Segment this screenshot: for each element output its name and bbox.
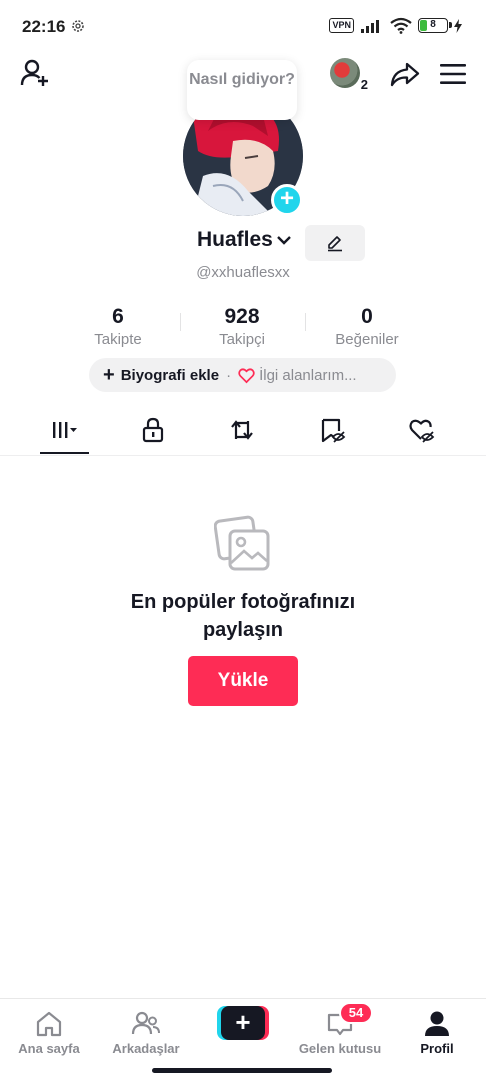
separator-dot: · [226,366,232,384]
friend-avatar [330,58,360,88]
username: Huafles [197,228,273,251]
stat-divider [305,313,306,331]
saved-hidden-icon [321,418,346,443]
friend-activity-button[interactable]: 2 [330,58,368,92]
chevron-down-icon [277,236,291,245]
stat-following-value: 6 [112,305,124,328]
share-icon[interactable] [390,59,420,89]
profile-tabs [0,412,486,456]
header-actions: 2 [330,58,466,92]
add-photo-plus-icon[interactable]: + [271,184,303,216]
nav-profile[interactable]: Profil [389,1009,485,1056]
status-indicators: VPN 8 [329,17,462,34]
photos-icon [214,515,270,571]
status-time: 22:16 [22,17,66,36]
edit-profile-button[interactable] [305,225,365,261]
nav-inbox-label: Gelen kutusu [298,1041,382,1056]
menu-icon[interactable] [440,63,466,85]
username-switcher[interactable]: Huafles [197,228,292,252]
nav-home[interactable]: Ana sayfa [1,1009,97,1056]
tab-liked[interactable] [392,412,452,454]
nav-friends[interactable]: Arkadaşlar [98,1009,194,1056]
status-bubble-text: Nasıl gidiyor? [189,71,295,88]
heart-icon [238,367,255,383]
nav-home-label: Ana sayfa [18,1041,80,1056]
stat-divider [180,313,181,331]
friends-icon [131,1011,160,1035]
stat-following[interactable]: 6 Takipte [58,305,178,348]
tab-reposts[interactable] [212,412,272,454]
status-bubble[interactable]: Nasıl gidiyor? [187,60,297,120]
stat-followers-label: Takipçi [219,331,265,348]
battery-indicator: 8 [418,18,452,33]
vpn-indicator: VPN [329,18,354,33]
settings-gear-icon [72,20,84,32]
plus-icon: + [103,364,115,386]
upload-button[interactable]: Yükle [188,656,298,706]
wifi-icon [390,17,412,34]
create-button[interactable]: + [217,1006,269,1040]
stat-followers-value: 928 [224,305,260,328]
battery-level: 8 [430,19,436,30]
pencil-icon [328,236,342,252]
profile-icon [425,1011,449,1036]
charging-bolt-icon [454,18,462,33]
battery-fill [420,20,427,31]
status-bar: 22:16 VPN 8 [0,0,486,56]
signal-icon [361,19,379,33]
empty-state-line2: paylaşın [202,619,284,641]
tab-videos[interactable] [34,412,94,454]
nav-friends-label: Arkadaşlar [112,1041,180,1056]
tab-saved[interactable] [302,412,362,454]
stat-followers[interactable]: 928 Takipçi [182,305,302,348]
home-icon [36,1011,62,1037]
videos-grid-icon [53,422,77,438]
empty-state-line1: En popüler fotoğrafınızı [130,591,356,613]
inbox-badge: 54 [339,1002,373,1024]
stat-likes-label: Beğeniler [335,331,399,348]
plus-icon: + [221,1006,265,1040]
lock-icon [142,417,164,443]
add-friend-icon[interactable] [20,58,50,88]
friend-count: 2 [360,77,368,92]
tab-private[interactable] [123,412,183,454]
empty-state-title: En popüler fotoğrafınızı paylaşın [0,588,486,644]
user-handle: @xxhuaflesxx [196,264,290,281]
add-bio-button[interactable]: Biyografi ekle [121,367,219,384]
nav-profile-label: Profil [420,1041,454,1056]
repost-icon [231,420,253,440]
bio-interests-pill[interactable]: + Biyografi ekle · İlgi alanlarım... [89,358,396,392]
active-tab-indicator [40,452,89,454]
stat-likes[interactable]: 0 Beğeniler [307,305,427,348]
interests-button[interactable]: İlgi alanlarım... [259,367,357,384]
stat-following-label: Takipte [94,331,142,348]
home-indicator [152,1068,332,1073]
liked-hidden-icon [409,419,435,443]
stat-likes-value: 0 [361,305,373,328]
